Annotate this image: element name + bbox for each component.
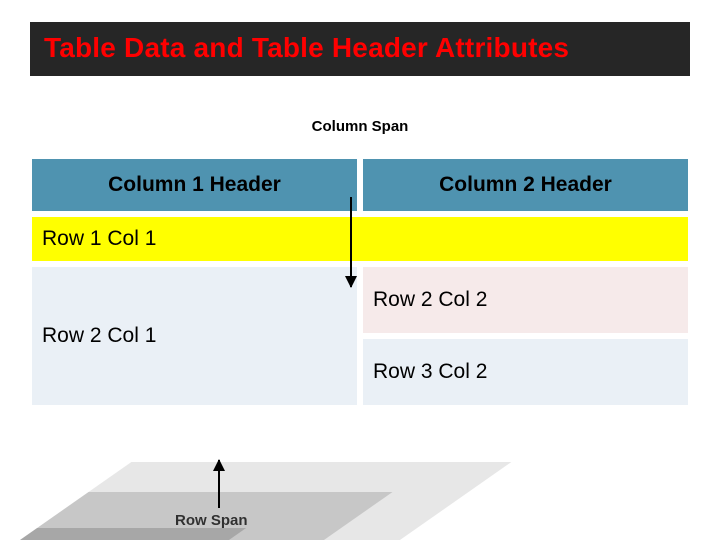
- row2-col2: Row 2 Col 2: [363, 267, 688, 333]
- table-header-row: Column 1 Header Column 2 Header: [32, 159, 688, 211]
- table-row-1: Row 1 Col 1: [32, 217, 688, 261]
- decorative-wedge: [0, 462, 511, 540]
- row1-col1-colspan: Row 1 Col 1: [32, 217, 688, 261]
- table-row-2: Row 2 Col 1 Row 2 Col 2: [32, 267, 688, 333]
- column-span-label: Column Span: [0, 118, 720, 135]
- col1-header: Column 1 Header: [32, 159, 357, 211]
- row2-col1-rowspan: Row 2 Col 1: [32, 267, 357, 405]
- column-span-arrow: [350, 197, 352, 287]
- slide-title-text: Table Data and Table Header Attributes: [44, 32, 569, 63]
- slide-title-bar: Table Data and Table Header Attributes: [30, 22, 690, 76]
- row-span-label: Row Span: [175, 512, 248, 529]
- row3-col2: Row 3 Col 2: [363, 339, 688, 405]
- col2-header: Column 2 Header: [363, 159, 688, 211]
- row-span-arrow: [218, 460, 220, 508]
- example-table: Column 1 Header Column 2 Header Row 1 Co…: [26, 153, 694, 411]
